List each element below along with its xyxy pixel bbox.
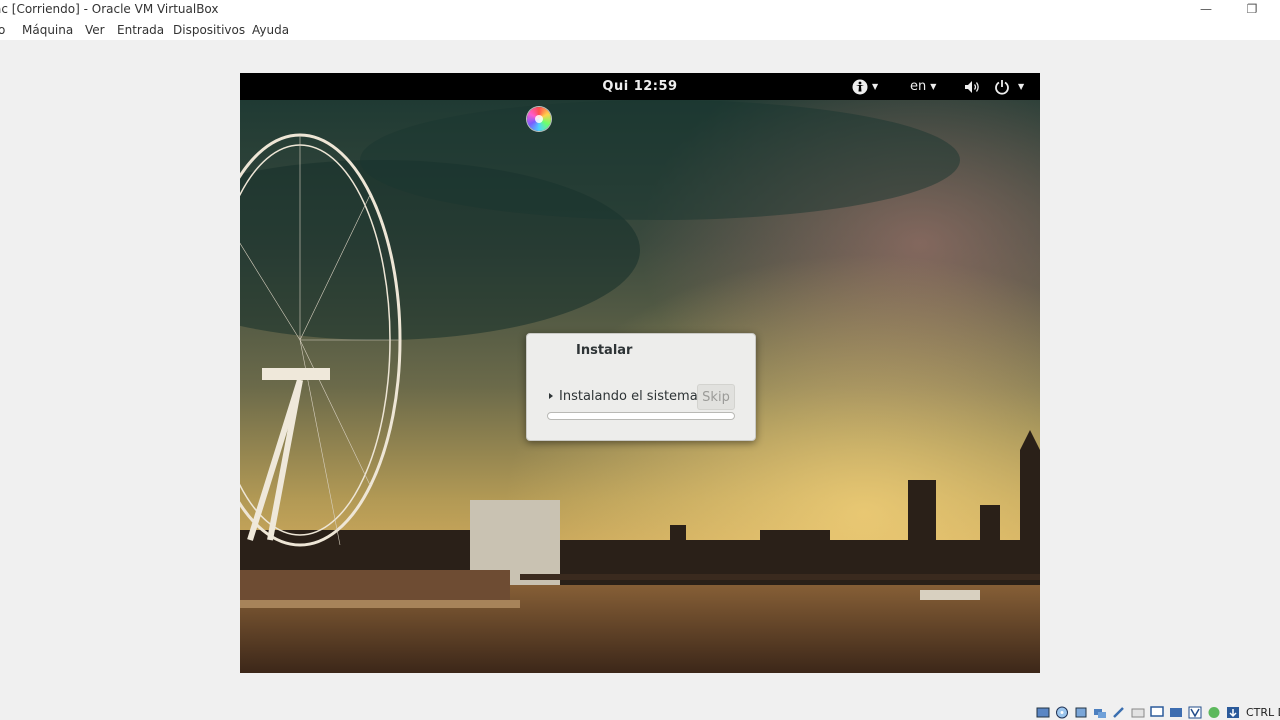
skip-button[interactable]: Skip [697, 384, 735, 410]
virtualization-icon[interactable] [1188, 706, 1202, 719]
install-step-label: Instalando el sistema [559, 389, 698, 404]
install-step-row: Instalando el sistema Skip [549, 384, 739, 410]
usb-icon[interactable] [1112, 706, 1126, 719]
volume-icon [965, 80, 979, 93]
audio-icon[interactable] [1074, 706, 1088, 719]
chevron-down-icon: ▼ [930, 82, 937, 91]
install-dialog: Instalar Instalando el sistema Skip [526, 333, 756, 441]
gnome-top-bar: Qui 12:59 ▼ en ▼ ▼ [240, 73, 1040, 100]
minimize-button[interactable]: — [1186, 0, 1226, 18]
accessibility-icon [852, 79, 868, 94]
loading-spinner-icon [527, 107, 551, 131]
chevron-down-icon: ▼ [872, 82, 879, 91]
restore-button[interactable]: ❐ [1232, 0, 1272, 18]
system-menu[interactable]: ▼ [964, 73, 1024, 100]
window-titlebar: ac [Corriendo] - Oracle VM VirtualBox — … [0, 0, 1280, 20]
menu-item-dispositivos[interactable]: Dispositivos [173, 20, 245, 40]
menu-item-ayuda[interactable]: Ayuda [252, 20, 289, 40]
network-icon[interactable] [1093, 706, 1107, 719]
shared-folder-icon[interactable] [1131, 706, 1145, 719]
expander-arrow-icon[interactable] [549, 393, 553, 399]
menu-item-ver[interactable]: Ver [85, 20, 105, 40]
menu-item-entrada[interactable]: Entrada [117, 20, 164, 40]
menu-item-maquina[interactable]: Máquina [22, 20, 73, 40]
vm-status-bar: CTRL D [0, 705, 1280, 720]
language-menu[interactable]: en ▼ [910, 73, 936, 100]
host-key-label: CTRL D [1246, 706, 1280, 719]
menu-bar: o Máquina Ver Entrada Dispositivos Ayuda [0, 20, 1280, 40]
mouse-integration-icon[interactable] [1226, 706, 1240, 719]
accessibility-menu[interactable]: ▼ [852, 73, 878, 100]
menu-item-file[interactable]: o [0, 20, 5, 40]
optical-drive-icon[interactable] [1055, 706, 1069, 719]
guest-additions-icon[interactable] [1207, 706, 1221, 719]
guest-screen[interactable]: Qui 12:59 ▼ en ▼ ▼ Instalar Instalando e… [240, 73, 1040, 673]
display-icon[interactable] [1150, 706, 1164, 719]
chevron-down-icon: ▼ [1018, 82, 1025, 91]
window-title: ac [Corriendo] - Oracle VM VirtualBox [0, 2, 219, 16]
language-label: en [910, 79, 927, 94]
hard-disk-icon[interactable] [1036, 706, 1050, 719]
status-icons [1036, 705, 1245, 720]
video-capture-icon[interactable] [1169, 706, 1183, 719]
power-icon [995, 79, 1009, 95]
dialog-title: Instalar [576, 343, 633, 358]
install-progress-bar [547, 412, 735, 420]
